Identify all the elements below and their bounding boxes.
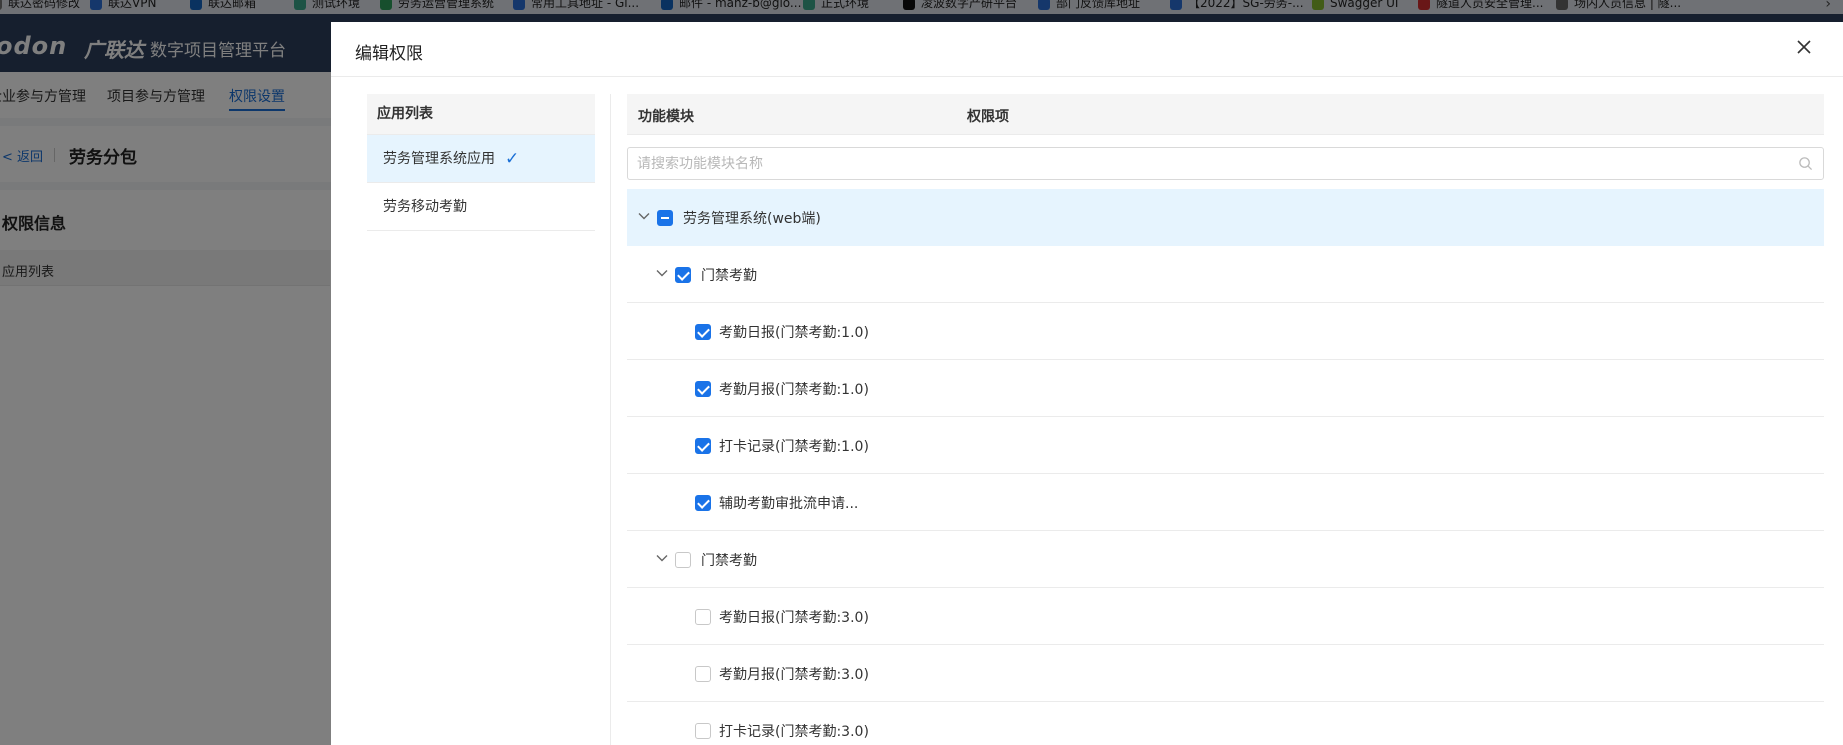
chevron-down-icon[interactable] bbox=[637, 209, 651, 223]
tree-node: 打卡记录(门禁考勤:1.0) bbox=[627, 417, 1824, 474]
app-item-label: 劳务管理系统应用 bbox=[383, 151, 495, 167]
tree-node-label: 考勤日报(门禁考勤:1.0) bbox=[719, 325, 869, 341]
app-item-label: 劳务移动考勤 bbox=[383, 199, 467, 215]
tree-checkbox[interactable] bbox=[695, 381, 711, 397]
module-search-input[interactable] bbox=[628, 148, 1823, 179]
tree-node-label: 打卡记录(门禁考勤:3.0) bbox=[719, 724, 869, 740]
tree-node-label: 劳务管理系统(web端) bbox=[683, 211, 821, 227]
drawer-title: 编辑权限 bbox=[355, 44, 423, 64]
app-item-mobile-attendance[interactable]: 劳务移动考勤 bbox=[367, 183, 595, 231]
app-list-header: 应用列表 bbox=[367, 94, 595, 135]
edit-permission-drawer: 编辑权限 应用列表 劳务管理系统应用 ✓ 劳务移动考勤 功能模块 权限项 劳务管… bbox=[331, 22, 1843, 745]
tree-checkbox[interactable] bbox=[675, 552, 691, 568]
tree-checkbox[interactable] bbox=[657, 210, 673, 226]
tree-node-label: 考勤日报(门禁考勤:3.0) bbox=[719, 610, 869, 626]
drawer-header: 编辑权限 bbox=[331, 22, 1843, 77]
tree-node-label: 门禁考勤 bbox=[701, 268, 757, 284]
tree-node: 考勤日报(门禁考勤:1.0) bbox=[627, 303, 1824, 360]
tree-node-label: 门禁考勤 bbox=[701, 553, 757, 569]
tree-checkbox[interactable] bbox=[695, 324, 711, 340]
tree-node-label: 辅助考勤审批流申请... bbox=[719, 496, 859, 512]
app-item-labor-management[interactable]: 劳务管理系统应用 ✓ bbox=[367, 135, 595, 183]
tree-node: 考勤日报(门禁考勤:3.0) bbox=[627, 588, 1824, 645]
tree-node: 门禁考勤 bbox=[627, 531, 1824, 588]
tree-node: 辅助考勤审批流申请... bbox=[627, 474, 1824, 531]
permission-panel: 功能模块 权限项 劳务管理系统(web端)门禁考勤考勤日报(门禁考勤:1.0)考… bbox=[627, 94, 1824, 745]
panel-divider bbox=[610, 94, 611, 745]
chevron-down-icon[interactable] bbox=[655, 266, 669, 280]
tree-node-label: 考勤月报(门禁考勤:1.0) bbox=[719, 382, 869, 398]
tree-checkbox[interactable] bbox=[695, 438, 711, 454]
close-icon[interactable] bbox=[1793, 36, 1815, 58]
tree-checkbox[interactable] bbox=[675, 267, 691, 283]
app-list-panel: 应用列表 劳务管理系统应用 ✓ 劳务移动考勤 bbox=[367, 94, 595, 231]
tree-node-label: 考勤月报(门禁考勤:3.0) bbox=[719, 667, 869, 683]
module-search bbox=[627, 147, 1824, 180]
column-module: 功能模块 bbox=[638, 109, 694, 125]
tree-node: 劳务管理系统(web端) bbox=[627, 189, 1824, 246]
tree-node: 考勤月报(门禁考勤:3.0) bbox=[627, 645, 1824, 702]
tree-checkbox[interactable] bbox=[695, 723, 711, 739]
tree-checkbox[interactable] bbox=[695, 666, 711, 682]
tree-node: 打卡记录(门禁考勤:3.0) bbox=[627, 702, 1824, 745]
tree-node: 门禁考勤 bbox=[627, 246, 1824, 303]
tree-checkbox[interactable] bbox=[695, 495, 711, 511]
permission-tree: 劳务管理系统(web端) 门禁考勤 考勤日报(门禁考勤:1.0) 考勤月报(门禁考勤:… bbox=[627, 189, 1824, 745]
permission-table-header: 功能模块 权限项 bbox=[627, 94, 1824, 135]
tree-node: 考勤月报(门禁考勤:1.0) bbox=[627, 360, 1824, 417]
tree-checkbox[interactable] bbox=[695, 609, 711, 625]
tree-node-label: 打卡记录(门禁考勤:1.0) bbox=[719, 439, 869, 455]
search-icon[interactable] bbox=[1798, 156, 1813, 171]
chevron-down-icon[interactable] bbox=[655, 551, 669, 565]
checkmark-icon: ✓ bbox=[505, 149, 520, 169]
column-permission: 权限项 bbox=[967, 109, 1009, 125]
